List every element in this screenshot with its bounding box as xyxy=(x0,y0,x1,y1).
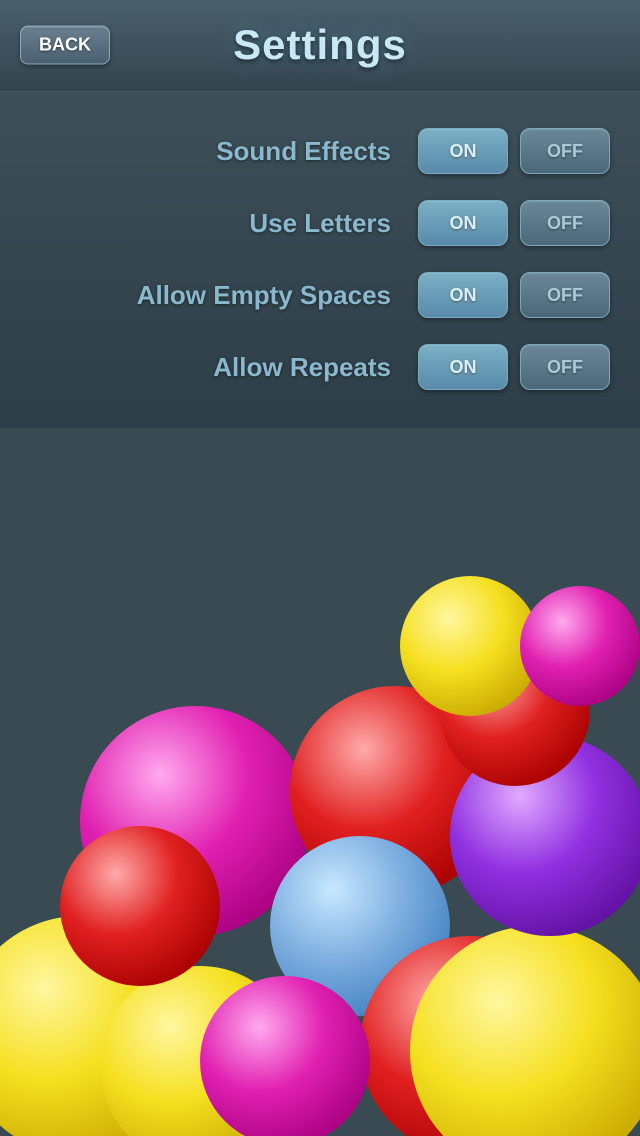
allow-repeats-on-button[interactable]: ON xyxy=(418,344,508,390)
balloon-magenta-2 xyxy=(200,976,370,1136)
sound-effects-label: Sound Effects xyxy=(30,136,391,167)
sound-effects-off-button[interactable]: OFF xyxy=(520,128,610,174)
setting-row-use-letters: Use Letters ON OFF xyxy=(20,192,620,254)
balloon-red-4 xyxy=(60,826,220,986)
allow-empty-spaces-off-button[interactable]: OFF xyxy=(520,272,610,318)
setting-row-sound-effects: Sound Effects ON OFF xyxy=(20,120,620,182)
use-letters-label: Use Letters xyxy=(30,208,391,239)
balloon-magenta-3 xyxy=(520,586,640,706)
balloon-yellow-4 xyxy=(400,576,540,716)
use-letters-on-button[interactable]: ON xyxy=(418,200,508,246)
use-letters-off-button[interactable]: OFF xyxy=(520,200,610,246)
setting-row-allow-repeats: Allow Repeats ON OFF xyxy=(20,336,620,398)
settings-area: Sound Effects ON OFF Use Letters ON OFF … xyxy=(0,90,640,428)
back-button[interactable]: BACK xyxy=(20,25,110,64)
setting-row-allow-empty-spaces: Allow Empty Spaces ON OFF xyxy=(20,264,620,326)
allow-empty-spaces-label: Allow Empty Spaces xyxy=(30,280,391,311)
sound-effects-on-button[interactable]: ON xyxy=(418,128,508,174)
balloons-decoration xyxy=(0,576,640,1136)
allow-repeats-off-button[interactable]: OFF xyxy=(520,344,610,390)
page-title: Settings xyxy=(233,21,407,69)
header: BACK Settings xyxy=(0,0,640,90)
allow-empty-spaces-on-button[interactable]: ON xyxy=(418,272,508,318)
allow-repeats-label: Allow Repeats xyxy=(30,352,391,383)
